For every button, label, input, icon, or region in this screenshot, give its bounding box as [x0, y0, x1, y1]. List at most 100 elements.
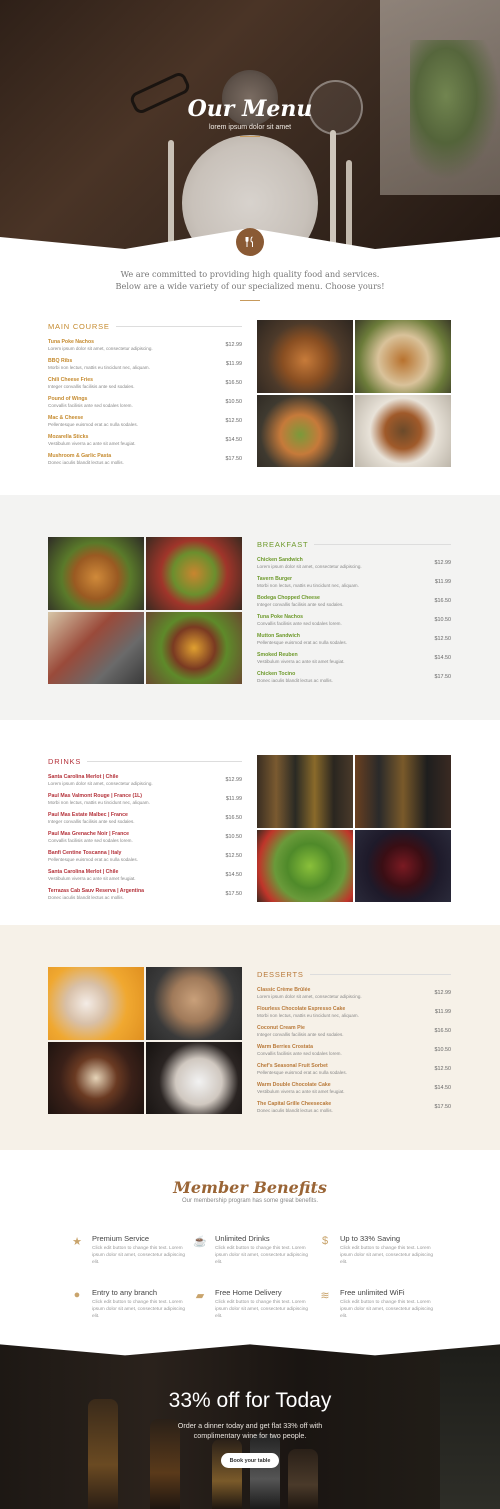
hero-divider: [240, 136, 260, 137]
drinks-menu: DRINKS Santa Carolina Merlot | Chile Lore…: [48, 757, 242, 907]
menu-item-price: $12.99: [434, 990, 452, 996]
utensils-icon: [236, 228, 264, 256]
benefit-title: Free Home Delivery: [215, 1288, 282, 1297]
menu-item-name: Chicken Sandwich: [257, 557, 303, 563]
desserts-menu: DESSERTS Classic Crème Brûlée Lorem ipsum…: [257, 970, 451, 1120]
menu-item-price: $17.50: [225, 891, 243, 897]
menu-item-price: $10.50: [434, 617, 452, 623]
menu-item-name: Santa Carolina Merlot | Chile: [48, 774, 119, 780]
menu-item-name: Classic Crème Brûlée: [257, 987, 311, 993]
benefit-description: Click edit button to change this text. L…: [340, 1246, 434, 1265]
menu-item-price: $17.50: [434, 674, 452, 680]
menu-item-description: Morbi non lectus, mattis eu tincidunt ne…: [48, 365, 150, 370]
menu-item-description: Morbi non lectus, mattis eu tincidunt ne…: [257, 583, 359, 588]
intro-text: We are committed to providing high quali…: [115, 269, 385, 291]
menu-item-name: Mushroom & Garlic Pasta: [48, 453, 112, 459]
menu-item-description: Donec iaculis blandit lectus ac mollis.: [48, 895, 124, 900]
menu-item-name: Warm Double Chocolate Cake: [257, 1082, 331, 1088]
menu-item-price: $12.99: [225, 777, 243, 783]
member-benefits-subtitle: Our membership program has some great be…: [181, 1198, 319, 1204]
menu-item-description: Integer convallis facilisis ante sed sod…: [48, 384, 135, 389]
menu-item-name: Warm Berries Crostata: [257, 1044, 314, 1050]
menu-item-description: Vestibulum viverra ac ante sit amet feug…: [257, 1089, 345, 1094]
menu-item-name: Paul Mas Estate Malbec | France: [48, 812, 128, 818]
bottles-image: [257, 755, 353, 828]
menu-item-price: $17.50: [225, 456, 243, 462]
menu-item: Chili Cheese Fries Integer convallis faci…: [48, 377, 242, 396]
menu-item-description: Morbi non lectus, mattis eu tincidunt ne…: [257, 1013, 359, 1018]
sandwich-image: [48, 611, 144, 684]
menu-item-price: $17.50: [434, 1104, 452, 1110]
menu-item-description: Integer convallis facilisis ante sed sod…: [48, 819, 135, 824]
promo-divider-shape: [0, 1340, 500, 1356]
menu-item-name: Pound of Wings: [48, 396, 88, 402]
menu-item-name: BBQ Ribs: [48, 358, 73, 364]
menu-item: Smoked Reuben Vestibulum viverra ac ante …: [257, 652, 451, 671]
menu-item-description: Donec iaculis blandit lectus ac mollis.: [257, 1108, 333, 1113]
menu-item-price: $16.50: [225, 815, 243, 821]
menu-item-price: $10.50: [225, 834, 243, 840]
menu-item: Mozarella Sticks Vestibulum viverra ac an…: [48, 434, 242, 453]
menu-item-price: $16.50: [434, 598, 452, 604]
menu-item-description: Pellentesque euismod erat ac nulla sodal…: [257, 1070, 347, 1075]
menu-item-price: $16.50: [225, 380, 243, 386]
menu-item-description: Lorem ipsum dolor sit amet, consectetur …: [257, 994, 362, 999]
menu-item-name: Smoked Reuben: [257, 652, 298, 658]
main-course-title: MAIN COURSE: [48, 322, 242, 331]
breakfast-menu: BREAKFAST Chicken Sandwich Lorem ipsum do…: [257, 540, 451, 690]
menu-item-name: Chicken Tocino: [257, 671, 296, 677]
benefit-description: Click edit button to change this text. L…: [92, 1246, 186, 1265]
menu-item-description: Vestibulum viverra ac ante sit amet feug…: [48, 441, 136, 446]
menu-item: Tuna Poke Nachos Convallis facilisis ante…: [257, 614, 451, 633]
hero-subtitle: lorem ipsum dolor sit amet: [208, 124, 292, 131]
menu-item-name: Bodega Chopped Cheese: [257, 595, 320, 601]
promo-text: Order a dinner today and get flat 33% of…: [177, 1421, 323, 1440]
menu-item: Tuna Poke Nachos Lorem ipsum dolor sit am…: [48, 339, 242, 358]
menu-item-name: Mac & Cheese: [48, 415, 84, 421]
globe-icon: ●: [73, 1289, 81, 1301]
menu-item-description: Pellentesque euismod erat ac nulla sodal…: [257, 640, 347, 645]
menu-item: Paul Mas Valmont Rouge | France (1L) Morb…: [48, 793, 242, 812]
menu-item-name: Coconut Cream Pie: [257, 1025, 305, 1031]
menu-item: Pound of Wings Convallis facilisis ante s…: [48, 396, 242, 415]
smoothie-image: [257, 829, 353, 902]
member-benefits-title: Member Benefits: [173, 1178, 327, 1197]
menu-item-description: Lorem ipsum dolor sit amet, consectetur …: [48, 346, 153, 351]
menu-item-name: Chili Cheese Fries: [48, 377, 93, 383]
menu-item: Paul Mas Estate Malbec | France Integer c…: [48, 812, 242, 831]
main-course-menu: MAIN COURSE Tuna Poke Nachos Lorem ipsum …: [48, 322, 242, 472]
menu-item-price: $11.99: [225, 361, 242, 367]
menu-item-name: Santa Carolina Merlot | Chile: [48, 869, 119, 875]
bottle-decoration: [212, 1439, 242, 1509]
menu-item-description: Convallis facilisis ante sed sodales lor…: [257, 1051, 342, 1056]
truck-icon: ▰: [195, 1289, 205, 1302]
menu-item-description: Donec iaculis blandit lectus ac mollis.: [48, 460, 124, 465]
menu-item-price: $10.50: [434, 1047, 452, 1053]
burger-image: [146, 537, 242, 610]
menu-item: Flourless Chocolate Espresso Cake Morbi n…: [257, 1006, 451, 1025]
menu-item: BBQ Ribs Morbi non lectus, mattis eu tinc…: [48, 358, 242, 377]
menu-item: Chicken Tocino Donec iaculis blandit lect…: [257, 671, 451, 690]
menu-item: Mutton Sandwich Pellentesque euismod erat…: [257, 633, 451, 652]
intro-divider: [240, 300, 260, 301]
menu-item: Tavern Burger Morbi non lectus, mattis eu…: [257, 576, 451, 595]
menu-item-price: $10.50: [225, 399, 243, 405]
menu-item-price: $12.99: [225, 342, 243, 348]
menu-item-description: Pellentesque euismod erat ac nulla sodal…: [48, 422, 138, 427]
menu-item-price: $14.50: [225, 437, 243, 443]
book-table-button[interactable]: Book your table: [221, 1453, 279, 1468]
menu-item-price: $12.50: [434, 636, 452, 642]
menu-item-price: $14.50: [434, 655, 452, 661]
menu-item: Warm Berries Crostata Convallis facilisis…: [257, 1044, 451, 1063]
bottles-image: [355, 755, 451, 828]
menu-item-name: Tuna Poke Nachos: [48, 339, 95, 345]
food-image: [257, 320, 353, 393]
desserts-gallery: [48, 967, 242, 1114]
menu-item: Classic Crème Brûlée Lorem ipsum dolor si…: [257, 987, 451, 1006]
menu-item-price: $14.50: [434, 1085, 452, 1091]
bottle-decoration: [288, 1449, 318, 1509]
burger-image: [146, 611, 242, 684]
menu-item: Coconut Cream Pie Integer convallis facil…: [257, 1025, 451, 1044]
menu-item-name: Banfi Centine Toscanna | Italy: [48, 850, 122, 856]
benefit-title: Up to 33% Saving: [340, 1234, 401, 1243]
